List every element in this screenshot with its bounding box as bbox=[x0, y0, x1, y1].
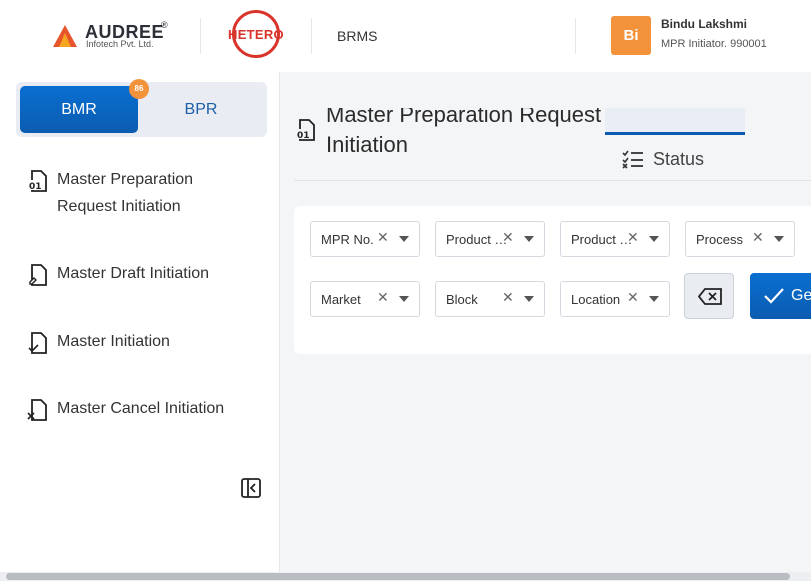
header-divider bbox=[200, 18, 201, 54]
sidebar-item-label: Master Cancel Initiation bbox=[57, 400, 225, 417]
chevron-down-icon[interactable] bbox=[399, 235, 409, 243]
product-code-filter[interactable]: Product Code ✕ bbox=[435, 221, 545, 257]
chevron-down-icon[interactable] bbox=[649, 295, 659, 303]
filter-label: Process bbox=[696, 232, 743, 247]
sidebar-item-master-initiation[interactable]: Master Initiation bbox=[26, 328, 266, 358]
clear-x-icon[interactable]: ✕ bbox=[752, 229, 764, 246]
sidebar-item-label: Master Draft Initiation bbox=[57, 265, 210, 282]
get-button[interactable]: Get bbox=[750, 273, 811, 319]
filter-label: MPR No. bbox=[321, 232, 374, 247]
hetero-logo-text: HETERO bbox=[228, 27, 284, 42]
document-edit-icon bbox=[29, 264, 47, 286]
sidebar-item-label: Master Initiation bbox=[57, 333, 170, 350]
chevron-down-icon[interactable] bbox=[524, 235, 534, 243]
clear-x-icon[interactable]: ✕ bbox=[377, 289, 389, 306]
clear-x-icon[interactable]: ✕ bbox=[502, 229, 514, 246]
horizontal-scrollbar[interactable] bbox=[0, 572, 811, 581]
user-avatar[interactable]: Bi bbox=[611, 16, 651, 55]
document-cancel-icon bbox=[27, 399, 47, 421]
registered-mark: ® bbox=[161, 20, 168, 30]
process-filter[interactable]: Process ✕ bbox=[685, 221, 795, 257]
chevron-down-icon[interactable] bbox=[649, 235, 659, 243]
filter-label: Block bbox=[446, 292, 478, 307]
user-name: Bindu Lakshmi bbox=[661, 17, 748, 31]
chevron-down-icon[interactable] bbox=[399, 295, 409, 303]
document-check-icon bbox=[28, 332, 47, 354]
toggle-bpr-button[interactable]: BPR bbox=[140, 86, 262, 133]
location-filter[interactable]: Location ✕ bbox=[560, 281, 670, 317]
checklist-icon bbox=[622, 150, 643, 169]
sidebar-item-master-preparation-request-initiation[interactable]: 01 Master Preparation Request Initiation bbox=[26, 166, 266, 226]
block-filter[interactable]: Block ✕ bbox=[435, 281, 545, 317]
filter-card: MPR No. ✕ Product Code ✕ Product Name ✕ … bbox=[294, 206, 811, 354]
user-role: MPR Initiator. 990001 bbox=[661, 38, 767, 50]
tab-active-stub[interactable] bbox=[605, 108, 745, 132]
app-name: BRMS bbox=[337, 28, 378, 44]
sidebar-item-master-draft-initiation[interactable]: Master Draft Initiation bbox=[26, 260, 266, 290]
scrollbar-thumb[interactable] bbox=[6, 573, 790, 580]
page-title: Master Preparation Request Initiation bbox=[326, 108, 602, 157]
tab-active-indicator bbox=[605, 132, 745, 135]
filter-label: Location bbox=[571, 292, 621, 307]
divider bbox=[294, 180, 811, 181]
chevron-down-icon[interactable] bbox=[774, 235, 784, 243]
clear-x-icon[interactable]: ✕ bbox=[627, 289, 639, 306]
collapse-sidebar-icon[interactable] bbox=[240, 477, 262, 499]
notification-badge: 86 bbox=[129, 79, 149, 99]
page-title-clip: Master Preparation Request Initiation bbox=[326, 108, 616, 164]
document-01-icon: 01 bbox=[296, 119, 315, 141]
filter-label: Product Code bbox=[446, 232, 508, 247]
module-toggle: BMR BPR 86 bbox=[16, 79, 267, 137]
audree-mark-icon bbox=[53, 25, 77, 47]
document-01-icon: 01 bbox=[28, 170, 47, 192]
sidebar: BMR BPR 86 01 Master Preparation Request… bbox=[0, 72, 280, 572]
header-divider bbox=[575, 18, 576, 54]
check-icon bbox=[764, 288, 784, 304]
clear-filters-button[interactable] bbox=[684, 273, 734, 319]
get-button-label: Get bbox=[791, 287, 811, 304]
tab-status[interactable]: Status bbox=[622, 144, 742, 174]
chevron-down-icon[interactable] bbox=[524, 295, 534, 303]
tab-status-label: Status bbox=[653, 149, 705, 169]
toggle-bmr-button[interactable]: BMR bbox=[20, 86, 138, 133]
hetero-logo: HETERO bbox=[225, 10, 287, 60]
product-name-filter[interactable]: Product Name ✕ bbox=[560, 221, 670, 257]
sidebar-item-master-cancel-initiation[interactable]: Master Cancel Initiation bbox=[26, 395, 266, 425]
app-page: AUDREE ® Infotech Pvt. Ltd. HETERO BRMS … bbox=[0, 0, 811, 581]
company-subtitle: Infotech Pvt. Ltd. bbox=[86, 39, 154, 49]
main-content: 01 Master Preparation Request Initiation… bbox=[280, 72, 811, 572]
clear-x-icon[interactable]: ✕ bbox=[627, 229, 639, 246]
header-divider bbox=[311, 18, 312, 54]
svg-text:01: 01 bbox=[297, 131, 310, 141]
clear-x-icon[interactable]: ✕ bbox=[502, 289, 514, 306]
clear-x-icon[interactable]: ✕ bbox=[377, 229, 389, 246]
market-filter[interactable]: Market ✕ bbox=[310, 281, 420, 317]
backspace-icon bbox=[698, 288, 722, 305]
audree-logo: AUDREE ® Infotech Pvt. Ltd. bbox=[52, 20, 172, 52]
top-header: AUDREE ® Infotech Pvt. Ltd. HETERO BRMS … bbox=[0, 0, 811, 72]
svg-text:01: 01 bbox=[29, 182, 42, 192]
filter-label: Market bbox=[321, 292, 361, 307]
mpr-no-filter[interactable]: MPR No. ✕ bbox=[310, 221, 420, 257]
sidebar-item-label: Master Preparation Request Initiation bbox=[57, 171, 194, 215]
filter-label: Product Name bbox=[571, 232, 633, 247]
